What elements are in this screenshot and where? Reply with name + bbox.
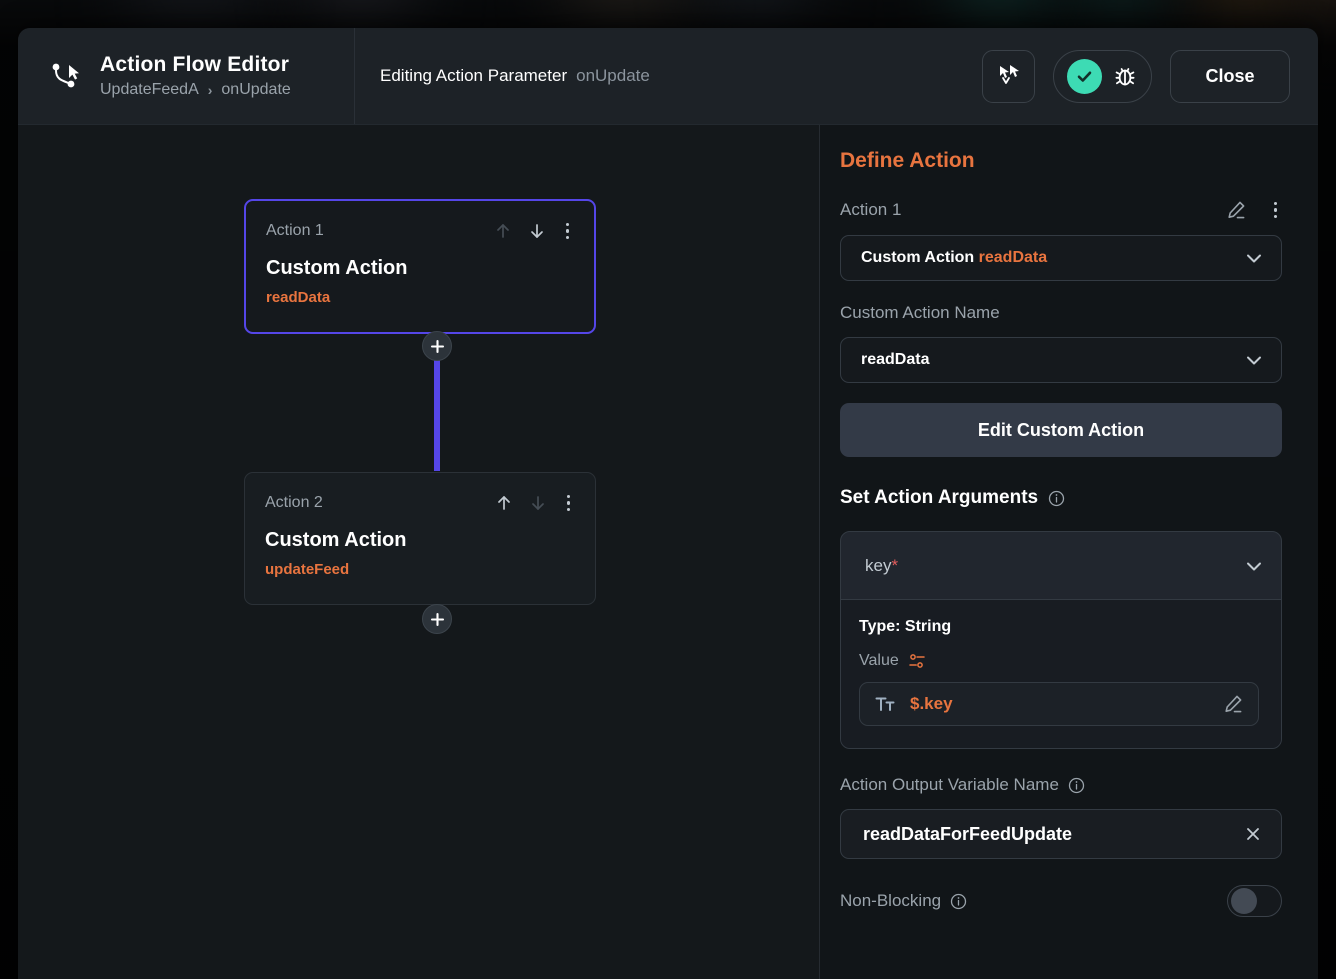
flow-cursor-button[interactable] [982,49,1035,103]
flow-canvas[interactable]: Action 1 Custom Action readData Action 2… [18,125,820,979]
close-button[interactable]: Close [1170,49,1290,103]
action-flow-editor-modal: Action Flow Editor UpdateFeedA › onUpdat… [18,28,1318,979]
header-actions: Close [982,28,1318,124]
custom-action-name-select[interactable]: readData [840,337,1282,383]
chevron-right-icon: › [207,82,213,98]
set-action-arguments-heading: Set Action Arguments [840,487,1282,509]
node-tools [494,493,576,513]
pencil-icon[interactable] [1222,693,1244,715]
output-variable-input[interactable]: readDataForFeedUpdate [840,809,1282,859]
chevron-down-icon [1243,247,1265,269]
move-up-icon[interactable] [494,493,514,513]
pencil-icon[interactable] [1225,199,1247,221]
action-type-prefix: Custom Action [861,249,975,266]
argument-name: key* [865,556,898,576]
breadcrumb-leaf[interactable]: onUpdate [221,81,290,99]
output-variable-label: Action Output Variable Name [840,775,1059,794]
flow-node-action-1[interactable]: Action 1 Custom Action readData [244,199,596,334]
info-icon[interactable] [950,893,967,910]
non-blocking-row: Non-Blocking [840,885,1282,917]
node-title: Custom Action [266,257,408,279]
action-type-name: readData [978,249,1048,266]
argument-value-input[interactable]: $.key [859,682,1259,726]
argument-header[interactable]: key* [841,532,1281,600]
text-format-icon [874,693,896,715]
action-type-value: Custom Action readData [861,249,1047,267]
value-row: Value [859,652,1259,670]
define-action-panel: Define Action Action 1 Custom Action rea… [820,125,1318,979]
node-header: Action 1 [266,221,574,241]
action-type-select[interactable]: Custom Action readData [840,235,1282,281]
set-action-arguments-label: Set Action Arguments [840,487,1039,508]
action-row-tools [1225,199,1283,221]
node-index-label: Action 2 [265,494,323,511]
sliders-icon[interactable] [908,652,926,670]
move-down-icon[interactable] [527,221,547,241]
info-icon[interactable] [1048,490,1065,507]
validation-status-button[interactable] [1053,49,1152,103]
flow-cursor-icon [996,61,1022,92]
breadcrumb-root[interactable]: UpdateFeedA [100,81,199,99]
non-blocking-label: Non-Blocking [840,891,942,910]
brand-text: Action Flow Editor UpdateFeedA › onUpdat… [100,53,291,99]
add-action-button-2[interactable] [422,604,452,634]
argument-value-text: $.key [910,694,953,713]
required-marker: * [891,555,899,575]
output-variable-label-row: Action Output Variable Name [840,775,1282,795]
bug-icon [1112,63,1138,89]
kebab-menu-icon[interactable] [1269,201,1283,219]
action-row: Action 1 [840,199,1282,221]
editing-value: onUpdate [576,66,650,85]
info-icon[interactable] [1068,777,1085,794]
kebab-menu-icon[interactable] [561,222,575,240]
node-subtitle: updateFeed [265,561,350,578]
move-up-icon[interactable] [493,221,513,241]
argument-body: Type: String Value $.key [841,600,1281,748]
flow-node-action-2[interactable]: Action 2 Custom Action updateFeed [244,472,596,605]
modal-header: Action Flow Editor UpdateFeedA › onUpdat… [18,28,1318,125]
custom-action-name-value: readData [861,351,930,368]
edit-custom-action-button[interactable]: Edit Custom Action [840,403,1282,457]
kebab-menu-icon[interactable] [562,494,576,512]
breadcrumb: UpdateFeedA › onUpdate [100,81,291,99]
argument-card-key: key* Type: String Value $.key [840,531,1282,749]
non-blocking-toggle[interactable] [1227,885,1282,917]
argument-type: Type: String [859,618,952,635]
node-header: Action 2 [265,493,575,513]
node-subtitle: readData [266,289,331,306]
flow-connector [434,346,440,471]
close-x-icon[interactable] [1243,824,1263,844]
check-icon [1067,58,1102,94]
modal-body: Action 1 Custom Action readData Action 2… [18,125,1318,979]
chevron-down-icon [1243,349,1265,371]
node-path-cursor-icon [48,59,82,93]
panel-title: Define Action [840,149,975,172]
output-variable-value: readDataForFeedUpdate [863,823,1073,844]
node-index-label: Action 1 [266,222,324,239]
chevron-down-icon [1243,555,1265,577]
toggle-knob [1231,888,1257,914]
add-action-button-1[interactable] [422,331,452,361]
node-title: Custom Action [265,529,407,551]
custom-action-name-label: Custom Action Name [840,303,1000,322]
value-label: Value [859,652,899,669]
editing-context: Editing Action Parameter onUpdate [355,28,982,124]
argument-name-text: key [865,555,892,575]
brand-block: Action Flow Editor UpdateFeedA › onUpdat… [18,28,355,124]
move-down-icon[interactable] [528,493,548,513]
page-title: Action Flow Editor [100,53,290,76]
non-blocking-label-row: Non-Blocking [840,891,967,911]
editing-label: Editing Action Parameter [380,66,568,85]
action-label: Action 1 [840,200,902,219]
node-tools [493,221,575,241]
